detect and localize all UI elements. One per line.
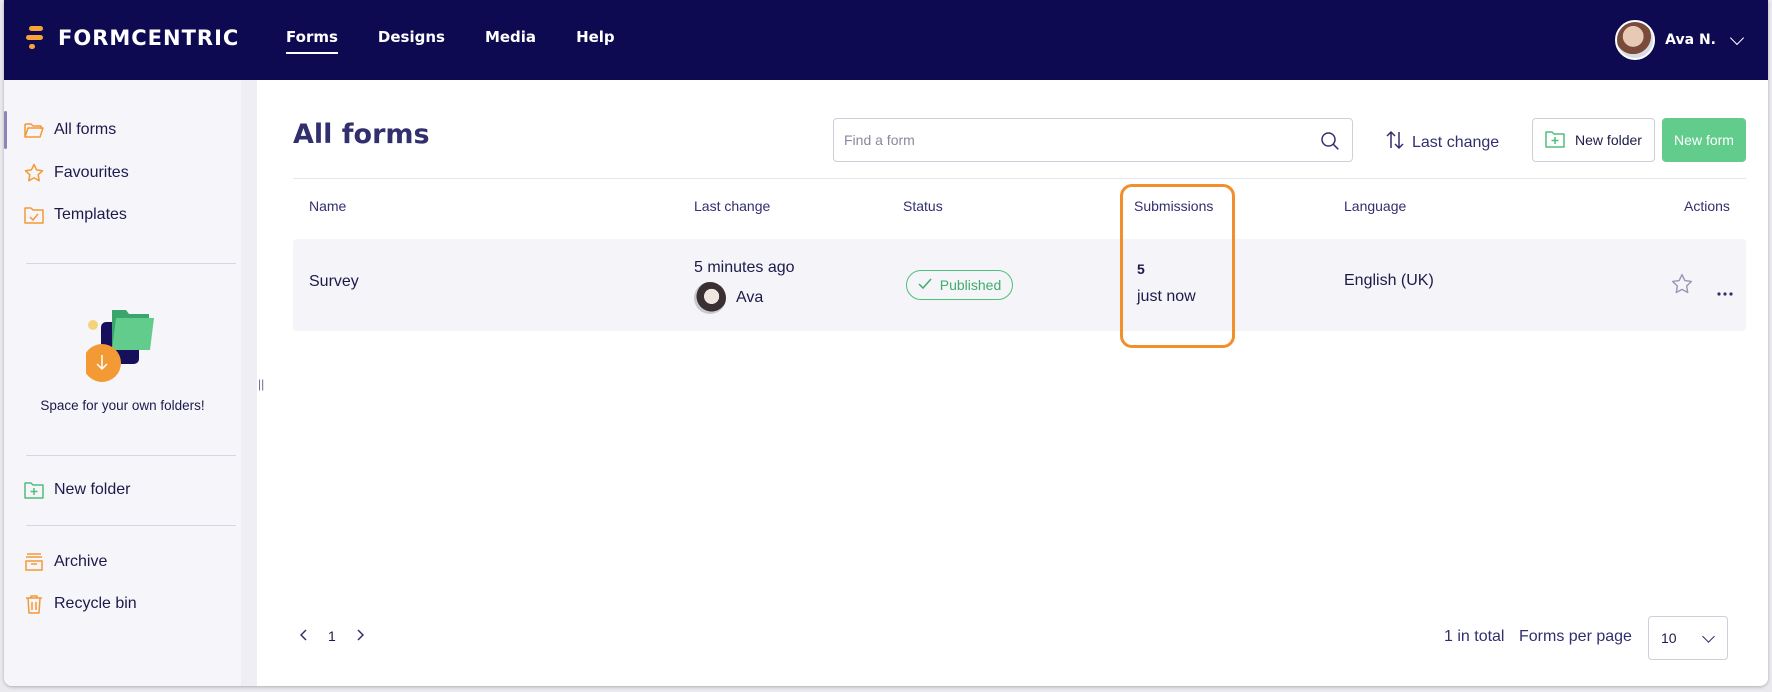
user-name: Ava N. (1665, 32, 1716, 48)
sidebar: All forms Favourites Templates Space for… (4, 80, 257, 686)
search-box (833, 118, 1353, 162)
sidebar-item-recycle-bin[interactable]: Recycle bin (24, 594, 137, 614)
column-header-actions: Actions (1684, 198, 1730, 214)
form-language: English (UK) (1344, 272, 1434, 289)
new-folder-label: New folder (1575, 132, 1642, 148)
new-folder-button[interactable]: New folder (1532, 118, 1655, 162)
empty-folders-illustration (83, 308, 176, 388)
last-change-time: 5 minutes ago (694, 259, 795, 276)
sidebar-item-archive[interactable]: Archive (24, 552, 107, 572)
search-icon[interactable] (1320, 131, 1340, 156)
star-icon (24, 163, 44, 183)
nav-designs[interactable]: Designs (378, 28, 445, 54)
sidebar-item-all-forms[interactable]: All forms (24, 120, 116, 140)
sidebar-item-label: Archive (54, 553, 108, 570)
sidebar-item-label: New folder (54, 481, 131, 498)
status-text: Published (939, 277, 1002, 293)
brand-name: FORMCENTRIC (58, 26, 240, 50)
page-number[interactable]: 1 (328, 628, 336, 644)
empty-folders-text: Space for your own folders! (40, 398, 205, 413)
active-indicator (4, 111, 7, 149)
add-folder-icon (24, 480, 44, 500)
sidebar-divider (26, 263, 236, 264)
column-header-name[interactable]: Name (309, 198, 346, 214)
status-badge: Published (906, 270, 1013, 300)
column-header-last-change[interactable]: Last change (694, 198, 770, 214)
chevron-right-icon[interactable] (356, 628, 364, 644)
main-nav: Forms Designs Media Help (286, 28, 615, 54)
submissions-count: 5 (1137, 261, 1145, 277)
sidebar-resize-handle[interactable]: || (258, 377, 264, 391)
pagination: 1 (299, 628, 364, 644)
column-header-language[interactable]: Language (1344, 198, 1406, 214)
sidebar-item-label: All forms (54, 121, 117, 138)
trash-icon (24, 594, 44, 614)
changed-by: Ava (694, 282, 763, 314)
per-page-select[interactable]: 10 (1648, 616, 1728, 660)
check-icon (918, 277, 932, 293)
changed-by-name: Ava (736, 289, 764, 306)
app-window: FORMCENTRIC Forms Designs Media Help Ava… (4, 0, 1768, 686)
column-header-status[interactable]: Status (903, 198, 943, 214)
search-input[interactable] (834, 119, 1352, 161)
sort-control[interactable]: Last change (1386, 130, 1499, 155)
nav-media[interactable]: Media (485, 28, 536, 54)
column-header-submissions[interactable]: Submissions (1134, 198, 1213, 214)
user-avatar (1615, 20, 1656, 60)
chevron-down-icon (1729, 30, 1745, 46)
avatar (694, 282, 726, 314)
sidebar-item-favourites[interactable]: Favourites (24, 163, 129, 183)
nav-forms[interactable]: Forms (286, 28, 338, 54)
favourite-star-icon[interactable] (1671, 273, 1693, 300)
logo-icon (26, 26, 46, 50)
per-page-label: Forms per page (1519, 628, 1632, 645)
sort-label: Last change (1412, 133, 1500, 151)
sidebar-item-label: Templates (54, 206, 127, 223)
nav-help[interactable]: Help (576, 28, 615, 54)
brand-logo[interactable]: FORMCENTRIC (26, 26, 239, 50)
sidebar-divider (26, 525, 236, 526)
per-page-value: 10 (1661, 630, 1677, 646)
table-row[interactable]: Survey 5 minutes ago Ava Published 5 jus… (293, 239, 1746, 331)
sidebar-item-label: Favourites (54, 164, 129, 181)
new-form-button[interactable]: New form (1662, 118, 1746, 162)
sidebar-new-folder[interactable]: New folder (24, 480, 130, 500)
header-divider (293, 178, 1746, 179)
folder-open-icon (24, 120, 44, 140)
chevron-left-icon[interactable] (299, 628, 308, 644)
sidebar-item-label: Recycle bin (54, 595, 137, 612)
sidebar-item-templates[interactable]: Templates (24, 205, 127, 225)
sort-icon (1386, 130, 1404, 155)
page-title: All forms (293, 119, 430, 150)
top-navigation-bar: FORMCENTRIC Forms Designs Media Help Ava… (4, 0, 1768, 80)
sidebar-divider (26, 455, 236, 456)
add-folder-icon (1545, 130, 1565, 151)
user-menu[interactable]: Ava N. (1615, 20, 1745, 60)
more-actions-icon[interactable] (1717, 283, 1733, 301)
chevron-down-icon (1702, 629, 1715, 643)
submissions-time: just now (1137, 288, 1196, 305)
form-name[interactable]: Survey (309, 273, 359, 291)
total-count: 1 in total (1444, 628, 1505, 645)
template-folder-icon (24, 205, 44, 225)
archive-icon (24, 552, 44, 572)
